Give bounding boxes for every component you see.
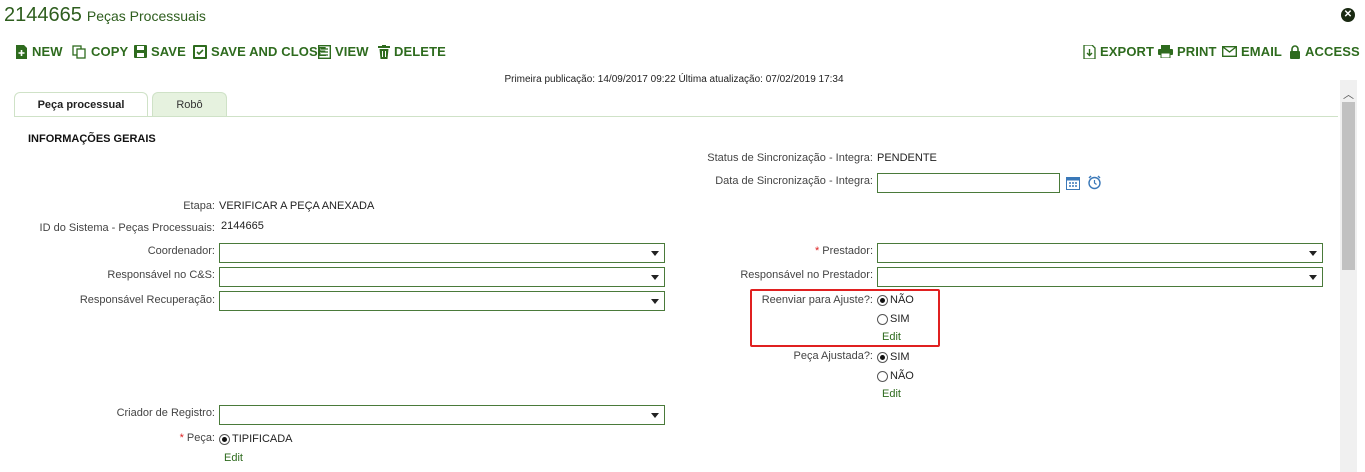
close-icon[interactable]: ✕ [1341,8,1355,22]
prestador-label-wrap: * Prestador: [620,245,873,257]
save-button[interactable]: SAVE [134,44,186,59]
criador-registro-select[interactable] [219,405,665,425]
peca-ajustada-option-sim[interactable]: SIM [877,351,910,363]
printer-icon [1158,45,1173,58]
tab-peca-processual[interactable]: Peça processual [14,92,148,117]
vertical-scrollbar[interactable]: ︿ [1340,80,1357,472]
lock-icon [1290,44,1300,59]
reenviar-ajuste-edit-link[interactable]: Edit [882,331,901,343]
resp-recuperacao-select[interactable] [219,291,665,311]
peca-label-wrap: * Peça: [20,432,215,444]
coordenador-label: Coordenador: [147,245,215,257]
chevron-down-icon [651,413,659,418]
scroll-up-icon[interactable]: ︿ [1343,86,1354,102]
id-sistema-value: 2144665 [221,220,264,232]
chevron-down-icon [1309,275,1317,280]
required-asterisk: * [179,432,184,444]
export-button[interactable]: EXPORT [1083,44,1154,59]
new-button[interactable]: NEW [15,44,63,59]
view-button[interactable]: VIEW [318,44,369,59]
save-and-close-button-label: SAVE AND CLOSE [211,44,327,59]
email-button-label: EMAIL [1241,44,1282,59]
required-asterisk: * [814,245,820,257]
view-button-label: VIEW [335,44,369,59]
copy-button-label: COPY [91,44,129,59]
clock-icon[interactable] [1087,175,1102,190]
envelope-icon [1222,46,1237,57]
peca-ajustada-option-nao[interactable]: NÃO [877,370,914,382]
id-sistema-label: ID do Sistema - Peças Processuais: [39,222,215,234]
status-sync-value: PENDENTE [877,152,937,164]
etapa-value: VERIFICAR A PEÇA ANEXADA [219,200,375,212]
peca-label: Peça: [186,432,215,444]
chevron-down-icon [1309,251,1317,256]
delete-button-label: DELETE [394,44,446,59]
save-button-label: SAVE [151,44,186,59]
resp-prestador-select[interactable] [877,267,1323,287]
scrollbar-thumb[interactable] [1342,102,1355,270]
view-document-icon [318,44,331,59]
peca-ajustada-option-sim-label: SIM [890,351,910,363]
copy-icon [72,44,86,59]
peca-ajustada-edit-link[interactable]: Edit [882,388,901,400]
peca-ajustada-option-nao-label: NÃO [890,370,914,382]
record-id: 2144665 [4,4,82,26]
save-and-close-button[interactable]: SAVE AND CLOSE [193,44,327,59]
reenviar-ajuste-option-sim-label: SIM [890,313,910,325]
email-button[interactable]: EMAIL [1222,44,1282,59]
radio-selected-icon[interactable] [877,351,888,363]
etapa-label: Etapa: [183,200,215,212]
peca-option-tipificada-label: TIPIFICADA [232,433,293,445]
prestador-label: Prestador: [822,245,873,257]
resp-cs-select[interactable] [219,267,665,287]
reenviar-ajuste-option-nao-label: NÃO [890,294,914,306]
peca-ajustada-label: Peça Ajustada?: [793,350,873,362]
radio-unselected-icon[interactable] [877,370,888,382]
section-title: INFORMAÇÕES GERAIS [28,133,156,145]
data-sync-label: Data de Sincronização - Integra: [715,175,873,187]
reenviar-ajuste-option-sim[interactable]: SIM [877,313,910,325]
calendar-icon[interactable] [1066,177,1080,190]
access-button-label: ACCESS [1305,44,1360,59]
peca-option-tipificada[interactable]: TIPIFICADA [219,433,293,445]
access-button[interactable]: ACCESS [1289,44,1360,59]
floppy-disk-icon [134,45,147,58]
reenviar-ajuste-option-nao[interactable]: NÃO [877,294,914,306]
export-icon [1083,44,1096,59]
print-button-label: PRINT [1177,44,1217,59]
resp-prestador-label: Responsável no Prestador: [740,269,873,281]
prestador-select[interactable] [877,243,1323,263]
radio-selected-icon[interactable] [877,294,888,306]
record-type-title: Peças Processuais [86,8,206,24]
resp-cs-label: Responsável no C&S: [107,269,215,281]
new-document-icon [16,44,27,59]
reenviar-ajuste-label: Reenviar para Ajuste?: [761,294,873,306]
new-button-label: NEW [32,44,63,59]
resp-recuperacao-label: Responsável Recuperação: [79,294,215,306]
publication-info: Primeira publicação: 14/09/2017 09:22 Úl… [504,74,844,85]
page-title: 2144665 Peças Processuais [4,4,206,27]
criador-registro-label: Criador de Registro: [116,407,215,419]
radio-selected-icon[interactable] [219,433,230,445]
print-button[interactable]: PRINT [1158,44,1217,59]
save-close-icon [193,44,207,59]
status-sync-label: Status de Sincronização - Integra: [707,152,873,164]
peca-edit-link[interactable]: Edit [224,452,243,464]
trash-icon [378,44,390,59]
delete-button[interactable]: DELETE [378,44,446,59]
copy-button[interactable]: COPY [72,44,128,59]
tab-divider [14,116,1338,117]
coordenador-select[interactable] [219,243,665,263]
export-button-label: EXPORT [1100,44,1155,59]
tab-robo[interactable]: Robô [152,92,227,116]
data-sync-input[interactable] [877,173,1060,193]
radio-unselected-icon[interactable] [877,313,888,325]
